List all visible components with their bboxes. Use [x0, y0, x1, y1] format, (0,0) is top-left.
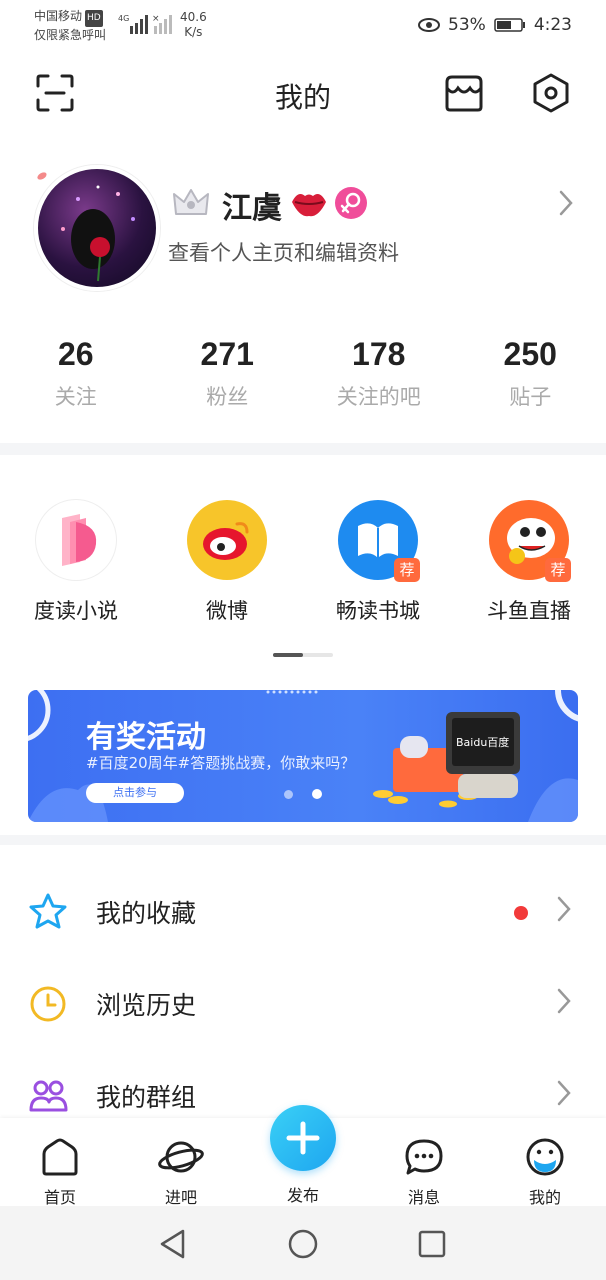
tab-messages[interactable]: 消息 — [379, 1138, 469, 1208]
app-label: 微博 — [206, 599, 248, 623]
chevron-right-icon — [557, 988, 571, 1014]
me-icon — [526, 1138, 564, 1176]
stat-fans[interactable]: 271 粉丝 — [152, 336, 304, 411]
battery-icon — [494, 18, 525, 32]
app-label: 度读小说 — [34, 599, 118, 623]
dudu-novel-icon — [36, 500, 116, 580]
settings-hexagon-icon[interactable] — [530, 72, 572, 114]
petal-decoration — [37, 172, 47, 180]
menu-label: 浏览历史 — [96, 991, 197, 1020]
app-dudu-novel[interactable]: 度读小说 — [11, 500, 141, 625]
stat-following[interactable]: 26 关注 — [0, 336, 152, 411]
back-icon[interactable] — [158, 1228, 188, 1260]
right-status: 53% 4:23 — [418, 15, 572, 35]
device-screen-text: Baidu百度 — [456, 735, 509, 749]
chevron-right-icon[interactable] — [558, 190, 574, 216]
message-icon — [405, 1139, 443, 1175]
apps-pager-indicator — [273, 653, 303, 657]
weibo-icon — [187, 500, 267, 580]
menu-item-favorites[interactable]: 我的收藏 — [0, 866, 606, 958]
avatar-image — [61, 185, 135, 282]
post-fab-button[interactable] — [270, 1105, 336, 1171]
net-type-text: 4G — [118, 14, 129, 23]
profile-subtitle: 查看个人主页和编辑资料 — [168, 241, 399, 265]
app-label: 畅读书城 — [336, 599, 420, 623]
douyu-icon: 荐 — [489, 500, 571, 582]
stat-posts[interactable]: 250 贴子 — [455, 336, 606, 411]
profile-name: 江虞 — [222, 191, 282, 226]
banner-join-button[interactable]: 点击参与 — [86, 783, 184, 803]
banner-page-dot-active[interactable] — [312, 789, 322, 799]
chevron-right-icon — [557, 896, 571, 922]
tab-label: 消息 — [407, 1188, 440, 1207]
book-city-icon: 荐 — [338, 500, 420, 582]
app-label: 斗鱼直播 — [487, 599, 571, 623]
avatar[interactable] — [34, 165, 160, 291]
chevron-right-icon — [557, 1080, 571, 1106]
carrier-info: 中国移动 HD 仅限紧急呼叫 — [34, 8, 106, 44]
home-icon — [42, 1138, 78, 1176]
recommend-badge: 荐 — [394, 558, 420, 582]
banner-title: 有奖活动 — [86, 720, 206, 755]
tab-forums[interactable]: 进吧 — [136, 1138, 226, 1208]
plus-icon — [286, 1121, 320, 1155]
crown-icon — [173, 189, 209, 215]
lips-icon — [292, 194, 326, 217]
clock-time: 4:23 — [533, 15, 572, 35]
hd-badge: HD — [85, 10, 103, 27]
banner-page-dot[interactable] — [284, 790, 293, 799]
tab-label: 我的 — [528, 1188, 561, 1207]
menu-label: 我的群组 — [96, 1083, 197, 1112]
page-title: 我的 — [274, 81, 331, 114]
net-speed: 40.6 K/s — [180, 10, 207, 40]
stat-label: 关注 — [54, 385, 97, 409]
stat-value: 250 — [503, 336, 557, 372]
recents-icon[interactable] — [417, 1229, 447, 1259]
stats-row: 26 关注 271 粉丝 178 关注的吧 250 贴子 — [0, 336, 606, 411]
stat-bars[interactable]: 178 关注的吧 — [303, 336, 455, 411]
carrier-name: 中国移动 — [34, 9, 83, 23]
signal-icon: 4G × — [118, 14, 172, 34]
stat-label: 贴子 — [509, 385, 552, 409]
app-douyu[interactable]: 荐 斗鱼直播 — [464, 500, 594, 625]
menu-label: 我的收藏 — [96, 899, 197, 928]
planet-icon — [158, 1141, 204, 1173]
female-icon — [335, 187, 367, 219]
recommend-badge: 荐 — [545, 558, 571, 582]
tab-home[interactable]: 首页 — [15, 1138, 105, 1208]
svg-text:×: × — [152, 14, 160, 24]
clock-icon — [30, 986, 66, 1022]
star-icon — [29, 893, 67, 929]
speed-unit: K/s — [184, 25, 203, 39]
group-icon — [29, 1080, 68, 1112]
stat-value: 271 — [200, 336, 254, 372]
stat-label: 关注的吧 — [336, 385, 421, 409]
banner-subtitle: #百度20周年#答题挑战赛，你敢来吗？ — [86, 754, 356, 772]
stat-label: 粉丝 — [206, 385, 249, 409]
store-icon[interactable] — [444, 74, 484, 112]
eye-comfort-icon — [418, 18, 441, 32]
tab-me[interactable]: 我的 — [500, 1138, 590, 1208]
app-weibo[interactable]: 微博 — [162, 500, 292, 625]
menu-item-history[interactable]: 浏览历史 — [0, 958, 606, 1050]
unread-dot — [514, 906, 528, 920]
tab-label: 进吧 — [164, 1188, 197, 1207]
speed-value: 40.6 — [180, 10, 207, 24]
carrier-status: 仅限紧急呼叫 — [34, 28, 107, 42]
battery-percent: 53% — [448, 15, 486, 35]
app-book-city[interactable]: 荐 畅读书城 — [313, 500, 443, 625]
stat-value: 178 — [352, 336, 406, 372]
promo-banner[interactable]: Baidu百度 有奖活动 #百度20周年#答题挑战赛，你敢来吗？ 点击参与 — [28, 690, 578, 822]
tab-label: 首页 — [43, 1188, 76, 1207]
stat-value: 26 — [57, 336, 94, 372]
home-circle-icon[interactable] — [287, 1228, 319, 1260]
tab-label: 发布 — [286, 1186, 319, 1205]
